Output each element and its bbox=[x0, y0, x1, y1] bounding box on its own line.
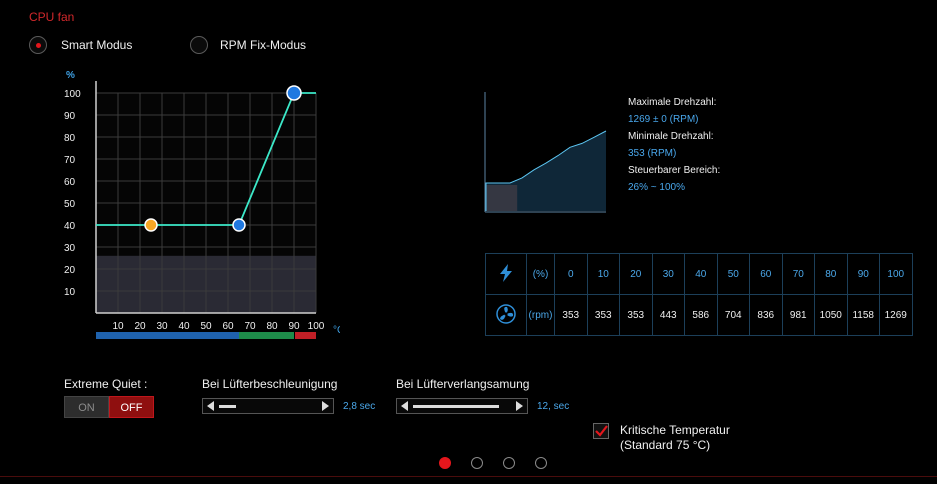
critical-temp-text: Kritische Temperatur (Standard 75 °C) bbox=[620, 423, 730, 453]
x-tick-label: 10 bbox=[112, 321, 124, 332]
control-range-value: 26% ~ 100% bbox=[628, 182, 685, 193]
decel-slider-fill bbox=[413, 405, 499, 408]
critical-temp-label: Kritische Temperatur bbox=[620, 423, 730, 437]
min-speed-value: 353 (RPM) bbox=[628, 148, 677, 159]
accel-slider[interactable] bbox=[202, 398, 334, 414]
percent-cell: 90 bbox=[846, 253, 880, 295]
uncontrollable-band bbox=[486, 185, 518, 211]
temp-zone-hot bbox=[295, 332, 316, 339]
checkmark-icon bbox=[595, 425, 608, 437]
extreme-quiet-off-button[interactable]: OFF bbox=[109, 396, 154, 418]
accel-value: 2,8 sec bbox=[343, 401, 376, 412]
critical-temp-standard: (Standard 75 °C) bbox=[620, 438, 711, 452]
percent-cell: 40 bbox=[684, 253, 718, 295]
max-speed-label: Maximale Drehzahl: bbox=[628, 97, 717, 108]
x-tick-label: 70 bbox=[244, 321, 256, 332]
extreme-quiet-label: Extreme Quiet : bbox=[64, 377, 148, 391]
decel-label: Bei Lüfterverlangsamung bbox=[396, 377, 530, 391]
y-tick-label: 90 bbox=[64, 111, 76, 122]
extreme-quiet-toggle[interactable]: ON OFF bbox=[64, 396, 154, 418]
x-tick-label: 90 bbox=[288, 321, 300, 332]
percent-cell: 10 bbox=[586, 253, 620, 295]
curve-point[interactable] bbox=[286, 85, 302, 101]
page-dot-4[interactable] bbox=[535, 457, 547, 469]
x-tick-label: 100 bbox=[308, 321, 325, 332]
y-tick-label: 100 bbox=[64, 89, 81, 100]
x-tick-label: 40 bbox=[178, 321, 190, 332]
x-tick-label: 50 bbox=[200, 321, 212, 332]
y-unit-label: % bbox=[66, 70, 75, 81]
fan-icon-cell bbox=[485, 294, 527, 336]
page-dot-2[interactable] bbox=[471, 457, 483, 469]
rpm-cell: 353 bbox=[619, 294, 653, 336]
y-tick-label: 20 bbox=[64, 265, 76, 276]
x-tick-label: 20 bbox=[134, 321, 146, 332]
rpm-cell: 353 bbox=[586, 294, 620, 336]
rpm-cell: 1158 bbox=[846, 294, 880, 336]
percent-cell: 60 bbox=[749, 253, 783, 295]
percent-cell: 80 bbox=[814, 253, 848, 295]
percent-unit: (%) bbox=[526, 253, 555, 295]
bolt-icon bbox=[500, 263, 512, 282]
page-dot-3[interactable] bbox=[503, 457, 515, 469]
rpm-cell: 704 bbox=[716, 294, 750, 336]
critical-temp-checkbox[interactable] bbox=[593, 423, 609, 439]
y-tick-label: 10 bbox=[64, 287, 76, 298]
y-tick-label: 50 bbox=[64, 199, 76, 210]
percent-row: (%) 0 10 20 30 40 50 60 70 80 90 100 bbox=[485, 253, 913, 295]
rpm-row: (rpm) 353 353 353 443 586 704 836 981 1050 1158 12… bbox=[485, 294, 913, 336]
accel-slider-fill bbox=[219, 405, 236, 408]
page-dot-1[interactable] bbox=[439, 457, 451, 469]
percent-cell: 0 bbox=[554, 253, 588, 295]
min-speed-label: Minimale Drehzahl: bbox=[628, 131, 714, 142]
fan-curve-graph[interactable]: % °C 100 90 80 70 60 50 40 30 20 10 10 20 30 40 50 60 70 80… bbox=[0, 0, 340, 350]
max-speed-value: 1269 ± 0 (RPM) bbox=[628, 114, 699, 125]
percent-cell: 20 bbox=[619, 253, 653, 295]
rpm-unit: (rpm) bbox=[526, 294, 555, 336]
rpm-table: (%) 0 10 20 30 40 50 60 70 80 90 100 (rpm) 353 353 3… bbox=[485, 253, 913, 336]
x-tick-label: 30 bbox=[156, 321, 168, 332]
rpm-cell: 353 bbox=[554, 294, 588, 336]
extreme-quiet-on-button[interactable]: ON bbox=[64, 396, 109, 418]
rpm-cell: 1269 bbox=[879, 294, 913, 336]
rpm-cell: 836 bbox=[749, 294, 783, 336]
decel-slider[interactable] bbox=[396, 398, 528, 414]
curve-point-orange[interactable] bbox=[144, 218, 158, 232]
percent-cell: 30 bbox=[651, 253, 685, 295]
slider-right-arrow-icon[interactable] bbox=[516, 401, 523, 411]
accel-label: Bei Lüfterbeschleunigung bbox=[202, 377, 338, 391]
fan-icon bbox=[496, 303, 516, 324]
y-tick-label: 60 bbox=[64, 177, 76, 188]
percent-cell: 50 bbox=[716, 253, 750, 295]
temp-zone-normal bbox=[96, 332, 239, 339]
rpm-cell: 981 bbox=[781, 294, 815, 336]
x-unit-label: °C bbox=[333, 325, 340, 336]
rpm-info: Maximale Drehzahl: 1269 ± 0 (RPM) Minima… bbox=[628, 94, 720, 196]
x-tick-label: 60 bbox=[222, 321, 234, 332]
curve-point[interactable] bbox=[232, 218, 246, 232]
percent-cell: 70 bbox=[781, 253, 815, 295]
percent-cell: 100 bbox=[879, 253, 913, 295]
y-tick-label: 40 bbox=[64, 221, 76, 232]
rpm-preview-graph bbox=[484, 92, 607, 213]
x-tick-label: 80 bbox=[266, 321, 278, 332]
decel-value: 12, sec bbox=[537, 401, 570, 412]
rpm-cell: 586 bbox=[684, 294, 718, 336]
slider-left-arrow-icon[interactable] bbox=[207, 401, 214, 411]
rpm-cell: 1050 bbox=[814, 294, 848, 336]
y-tick-label: 80 bbox=[64, 133, 76, 144]
bolt-icon-cell bbox=[485, 253, 527, 295]
rpm-cell: 443 bbox=[651, 294, 685, 336]
bottom-divider bbox=[0, 476, 937, 477]
y-tick-label: 30 bbox=[64, 243, 76, 254]
control-range-label: Steuerbarer Bereich: bbox=[628, 165, 721, 176]
temp-zone-warm bbox=[239, 332, 294, 339]
y-tick-label: 70 bbox=[64, 155, 76, 166]
slider-right-arrow-icon[interactable] bbox=[322, 401, 329, 411]
slider-left-arrow-icon[interactable] bbox=[401, 401, 408, 411]
